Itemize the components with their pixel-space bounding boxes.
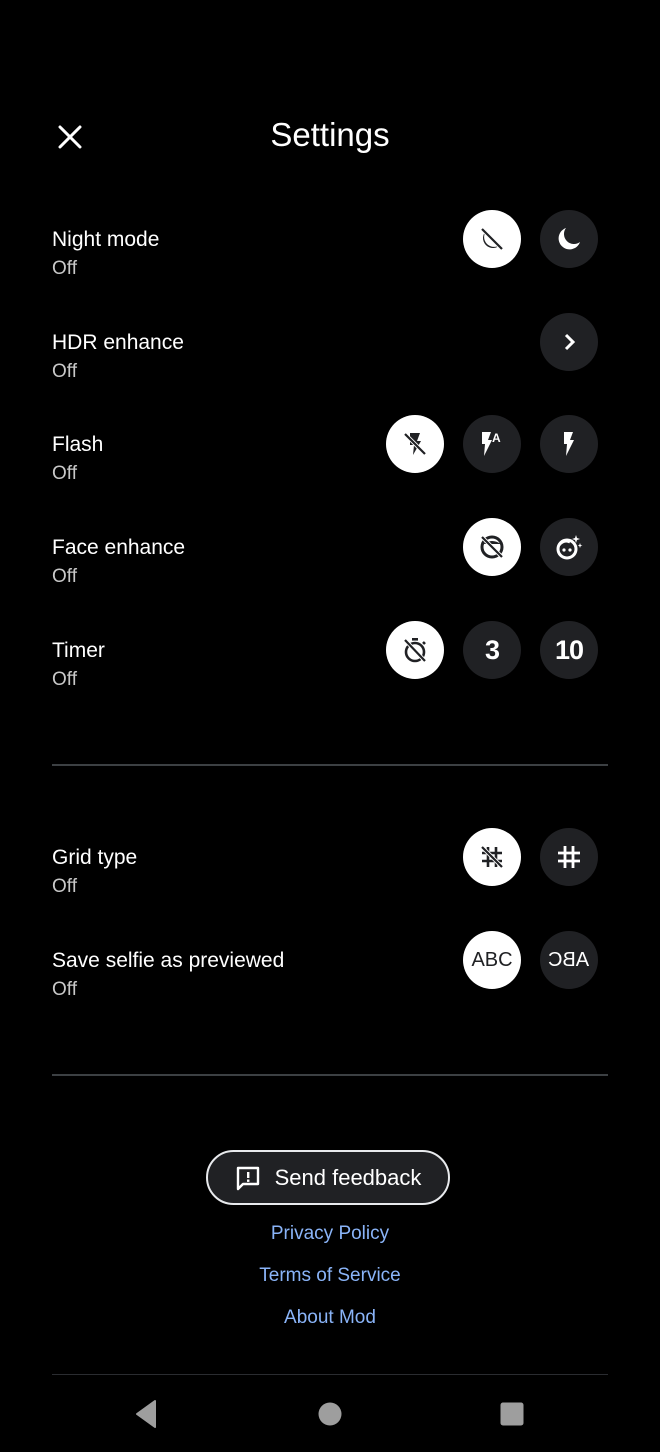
flash-off-icon [403, 432, 427, 456]
setting-label: Grid type [52, 846, 138, 869]
setting-label: HDR enhance [52, 331, 184, 354]
setting-value: Off [52, 463, 77, 484]
recents-button[interactable] [494, 1396, 530, 1432]
setting-label: Face enhance [52, 536, 186, 559]
timer-3-option[interactable]: 3 [463, 621, 521, 679]
face-enhance-on-option[interactable] [540, 518, 598, 576]
setting-face-enhance: Face enhance Off [52, 518, 608, 606]
grid-off-option[interactable] [463, 828, 521, 886]
setting-label: Save selfie as previewed [52, 949, 285, 972]
night-mode-off-option[interactable] [463, 210, 521, 268]
privacy-policy-link[interactable]: Privacy Policy [0, 1223, 660, 1245]
flash-on-option[interactable] [540, 415, 598, 473]
setting-value: Off [52, 669, 77, 690]
face-retouch-off-icon [480, 535, 504, 559]
night-mode-off-icon [480, 227, 504, 251]
timer-off-option[interactable] [386, 621, 444, 679]
home-button[interactable] [312, 1396, 348, 1432]
send-feedback-button[interactable]: Send feedback [206, 1150, 450, 1205]
setting-hdr-enhance: HDR enhance Off [52, 313, 608, 401]
flash-auto-option[interactable]: A [463, 415, 521, 473]
timer-3-icon: 3 [484, 634, 500, 665]
grid-icon [558, 846, 580, 868]
section-divider [52, 1074, 608, 1076]
save-selfie-off-option[interactable]: ABC [463, 931, 521, 989]
night-mode-on-option[interactable] [540, 210, 598, 268]
abc-icon: ABC [471, 948, 513, 971]
flash-auto-icon: A [482, 431, 501, 456]
setting-label: Night mode [52, 228, 160, 251]
flash-off-option[interactable] [386, 415, 444, 473]
setting-grid-type: Grid type Off [52, 828, 608, 916]
timer-10-icon: 10 [554, 634, 584, 665]
svg-text:A: A [492, 431, 501, 445]
setting-value: Off [52, 361, 77, 382]
navbar-divider [52, 1374, 608, 1375]
terms-of-service-link[interactable]: Terms of Service [0, 1265, 660, 1287]
recents-icon [500, 1402, 524, 1426]
timer-off-icon [403, 638, 427, 663]
moon-icon [558, 228, 580, 250]
grid-off-icon [480, 845, 504, 869]
back-button[interactable] [128, 1396, 164, 1432]
setting-value: Off [52, 258, 77, 279]
setting-value: Off [52, 566, 77, 587]
abc-mirrored-icon: ABC [548, 948, 590, 971]
timer-10-option[interactable]: 10 [540, 621, 598, 679]
setting-night-mode: Night mode Off [52, 210, 608, 298]
hdr-more-button[interactable] [540, 313, 598, 371]
grid-on-option[interactable] [540, 828, 598, 886]
about-link[interactable]: About Mod [0, 1307, 660, 1329]
chevron-right-icon [564, 333, 576, 351]
section-divider [52, 764, 608, 766]
face-enhance-off-option[interactable] [463, 518, 521, 576]
feedback-icon [236, 1166, 259, 1190]
setting-value: Off [52, 876, 77, 897]
setting-flash: Flash Off A [52, 415, 608, 503]
setting-save-selfie: Save selfie as previewed Off ABC ABC [52, 931, 608, 1019]
home-icon [318, 1402, 342, 1426]
back-icon [136, 1400, 156, 1428]
save-selfie-mirrored-option[interactable]: ABC [540, 931, 598, 989]
page-title: Settings [270, 116, 390, 153]
send-feedback-label: Send feedback [274, 1164, 422, 1190]
face-retouch-icon [556, 535, 583, 560]
flash-on-icon [564, 432, 574, 456]
setting-value: Off [52, 979, 77, 1000]
setting-label: Flash [52, 433, 104, 456]
setting-label: Timer [52, 639, 105, 662]
setting-timer: Timer Off 3 10 [52, 621, 608, 709]
